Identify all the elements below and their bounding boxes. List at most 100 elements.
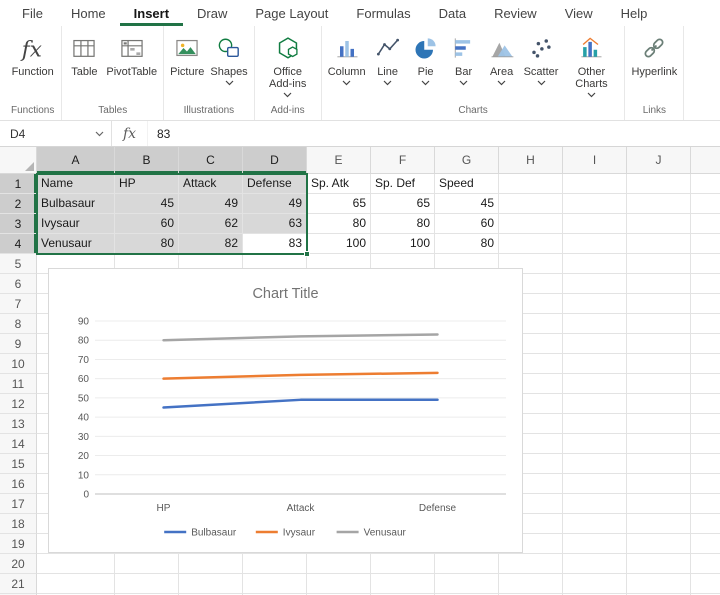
cell-I13[interactable]: [563, 414, 627, 434]
menu-tab-home[interactable]: Home: [57, 0, 120, 26]
cell-J17[interactable]: [627, 494, 691, 514]
menu-tab-page-layout[interactable]: Page Layout: [241, 0, 342, 26]
chart-object[interactable]: 0102030405060708090HPAttackDefenseChart …: [48, 268, 523, 553]
cell-J1[interactable]: [627, 174, 691, 194]
cell-J13[interactable]: [627, 414, 691, 434]
cell-J3[interactable]: [627, 214, 691, 234]
legend-label-ivysaur[interactable]: Ivysaur: [283, 528, 316, 539]
cell-I7[interactable]: [563, 294, 627, 314]
row-header-1[interactable]: 1: [0, 174, 37, 194]
row-header-6[interactable]: 6: [0, 274, 37, 294]
cell-B21[interactable]: [115, 574, 179, 594]
row-header-16[interactable]: 16: [0, 474, 37, 494]
menu-tab-formulas[interactable]: Formulas: [342, 0, 424, 26]
ribbon-button-pie[interactable]: Pie: [407, 31, 445, 88]
cell-E2[interactable]: 65: [307, 194, 371, 214]
cell-A1[interactable]: Name: [37, 174, 115, 194]
cell-D20[interactable]: [243, 554, 307, 574]
row-header-20[interactable]: 20: [0, 554, 37, 574]
row-header-13[interactable]: 13: [0, 414, 37, 434]
cell-I20[interactable]: [563, 554, 627, 574]
cell-F4[interactable]: 100: [371, 234, 435, 254]
cell-A21[interactable]: [37, 574, 115, 594]
row-header-3[interactable]: 3: [0, 214, 37, 234]
cell-E3[interactable]: 80: [307, 214, 371, 234]
cell-D2[interactable]: 49: [243, 194, 307, 214]
cell-E21[interactable]: [307, 574, 371, 594]
cell-A20[interactable]: [37, 554, 115, 574]
cell-H20[interactable]: [499, 554, 563, 574]
cell-J21[interactable]: [627, 574, 691, 594]
cell-J10[interactable]: [627, 354, 691, 374]
cell-E4[interactable]: 100: [307, 234, 371, 254]
column-header-h[interactable]: H: [499, 147, 563, 174]
row-header-12[interactable]: 12: [0, 394, 37, 414]
row-header-15[interactable]: 15: [0, 454, 37, 474]
series-line-venusaur[interactable]: [164, 334, 438, 340]
cell-I1[interactable]: [563, 174, 627, 194]
ribbon-button-line[interactable]: Line: [369, 31, 407, 88]
row-header-11[interactable]: 11: [0, 374, 37, 394]
legend-label-venusaur[interactable]: Venusaur: [364, 528, 407, 539]
cell-D3[interactable]: 63: [243, 214, 307, 234]
select-all-corner[interactable]: [0, 147, 37, 174]
cell-G2[interactable]: 45: [435, 194, 499, 214]
cell-F1[interactable]: Sp. Def: [371, 174, 435, 194]
cell-B3[interactable]: 60: [115, 214, 179, 234]
column-header-j[interactable]: J: [627, 147, 691, 174]
ribbon-button-office-add-ins[interactable]: Office Add-ins: [258, 31, 318, 100]
cell-J19[interactable]: [627, 534, 691, 554]
cell-C4[interactable]: 82: [179, 234, 243, 254]
insert-function-button[interactable]: fx: [112, 121, 148, 146]
cell-J11[interactable]: [627, 374, 691, 394]
row-header-7[interactable]: 7: [0, 294, 37, 314]
legend-label-bulbasaur[interactable]: Bulbasaur: [191, 528, 237, 539]
menu-tab-draw[interactable]: Draw: [183, 0, 241, 26]
cell-H2[interactable]: [499, 194, 563, 214]
ribbon-button-picture[interactable]: Picture: [167, 31, 207, 80]
column-header-g[interactable]: G: [435, 147, 499, 174]
cell-I16[interactable]: [563, 474, 627, 494]
column-header-a[interactable]: A: [37, 147, 115, 174]
cell-G3[interactable]: 60: [435, 214, 499, 234]
cell-I12[interactable]: [563, 394, 627, 414]
cell-I15[interactable]: [563, 454, 627, 474]
cell-I11[interactable]: [563, 374, 627, 394]
cell-J8[interactable]: [627, 314, 691, 334]
ribbon-button-area[interactable]: Area: [483, 31, 521, 88]
column-header-c[interactable]: C: [179, 147, 243, 174]
cell-C3[interactable]: 62: [179, 214, 243, 234]
cell-I10[interactable]: [563, 354, 627, 374]
column-header-e[interactable]: E: [307, 147, 371, 174]
cell-I6[interactable]: [563, 274, 627, 294]
row-header-19[interactable]: 19: [0, 534, 37, 554]
row-header-8[interactable]: 8: [0, 314, 37, 334]
cell-I18[interactable]: [563, 514, 627, 534]
cell-J18[interactable]: [627, 514, 691, 534]
column-header-b[interactable]: B: [115, 147, 179, 174]
cell-C1[interactable]: Attack: [179, 174, 243, 194]
row-header-10[interactable]: 10: [0, 354, 37, 374]
menu-tab-file[interactable]: File: [8, 0, 57, 26]
row-header-18[interactable]: 18: [0, 514, 37, 534]
cell-C2[interactable]: 49: [179, 194, 243, 214]
cell-E1[interactable]: Sp. Atk: [307, 174, 371, 194]
cell-J14[interactable]: [627, 434, 691, 454]
ribbon-button-bar[interactable]: Bar: [445, 31, 483, 88]
ribbon-button-column[interactable]: Column: [325, 31, 369, 88]
cell-I21[interactable]: [563, 574, 627, 594]
menu-tab-insert[interactable]: Insert: [120, 0, 183, 26]
cell-F3[interactable]: 80: [371, 214, 435, 234]
cell-A2[interactable]: Bulbasaur: [37, 194, 115, 214]
menu-tab-help[interactable]: Help: [607, 0, 662, 26]
menu-tab-view[interactable]: View: [551, 0, 607, 26]
cell-D1[interactable]: Defense: [243, 174, 307, 194]
cell-J15[interactable]: [627, 454, 691, 474]
cell-I9[interactable]: [563, 334, 627, 354]
cell-I17[interactable]: [563, 494, 627, 514]
cell-G4[interactable]: 80: [435, 234, 499, 254]
cell-G21[interactable]: [435, 574, 499, 594]
ribbon-button-function[interactable]: fxFunction: [9, 31, 57, 80]
menu-tab-data[interactable]: Data: [425, 0, 480, 26]
cell-F21[interactable]: [371, 574, 435, 594]
